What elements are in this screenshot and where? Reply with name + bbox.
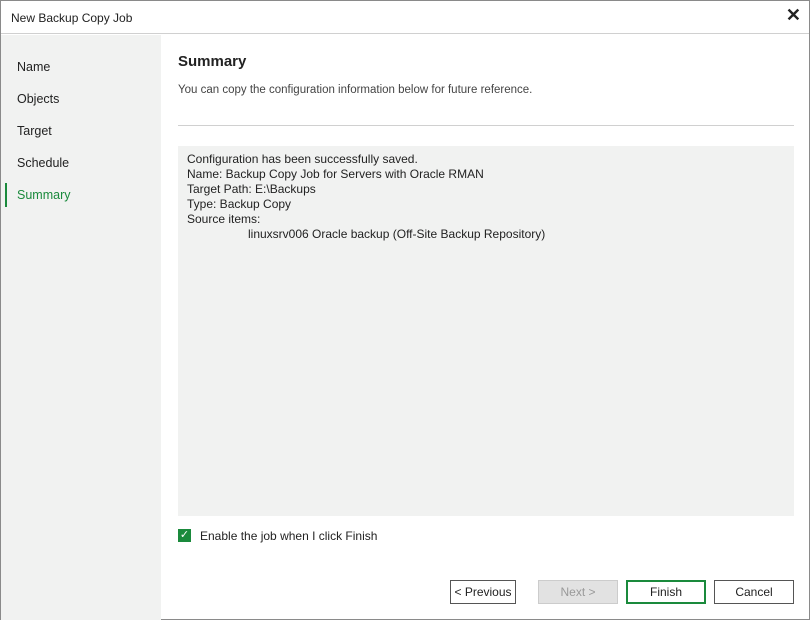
page-title: Summary [178, 53, 247, 70]
close-icon[interactable]: ✕ [786, 5, 801, 26]
divider [178, 125, 794, 126]
summary-line: Name: Backup Copy Job for Servers with O… [187, 167, 484, 181]
sidebar-item-target[interactable]: Target [17, 124, 52, 138]
page-description: You can copy the configuration informati… [178, 84, 533, 96]
enable-job-label[interactable]: Enable the job when I click Finish [200, 529, 377, 543]
wizard-window: New Backup Copy Job ✕ Name Objects Targe… [0, 0, 810, 620]
window-title: New Backup Copy Job [11, 11, 133, 25]
summary-line: Type: Backup Copy [187, 197, 292, 211]
source-item: linuxsrv006 Oracle backup (Off-Site Back… [248, 227, 546, 241]
sidebar-item-objects[interactable]: Objects [17, 92, 59, 106]
summary-line: Target Path: E:\Backups [187, 182, 316, 196]
summary-line: Source items: [187, 212, 261, 226]
wizard-steps-sidebar: Name Objects Target Schedule Summary [1, 35, 161, 620]
summary-line: Configuration has been successfully save… [187, 152, 418, 166]
cancel-button[interactable]: Cancel [714, 580, 794, 604]
previous-button[interactable]: < Previous [450, 580, 516, 604]
sidebar-item-schedule[interactable]: Schedule [17, 156, 69, 170]
sidebar-item-summary[interactable]: Summary [17, 188, 70, 202]
finish-button[interactable]: Finish [626, 580, 706, 604]
sidebar-item-name[interactable]: Name [17, 60, 50, 74]
active-step-indicator [5, 183, 7, 207]
enable-job-checkbox[interactable]: ✓ [178, 529, 191, 542]
checkmark-icon: ✓ [179, 529, 190, 541]
title-bar: New Backup Copy Job ✕ [1, 1, 809, 34]
next-button: Next > [538, 580, 618, 604]
summary-text-area[interactable]: Configuration has been successfully save… [178, 146, 794, 516]
